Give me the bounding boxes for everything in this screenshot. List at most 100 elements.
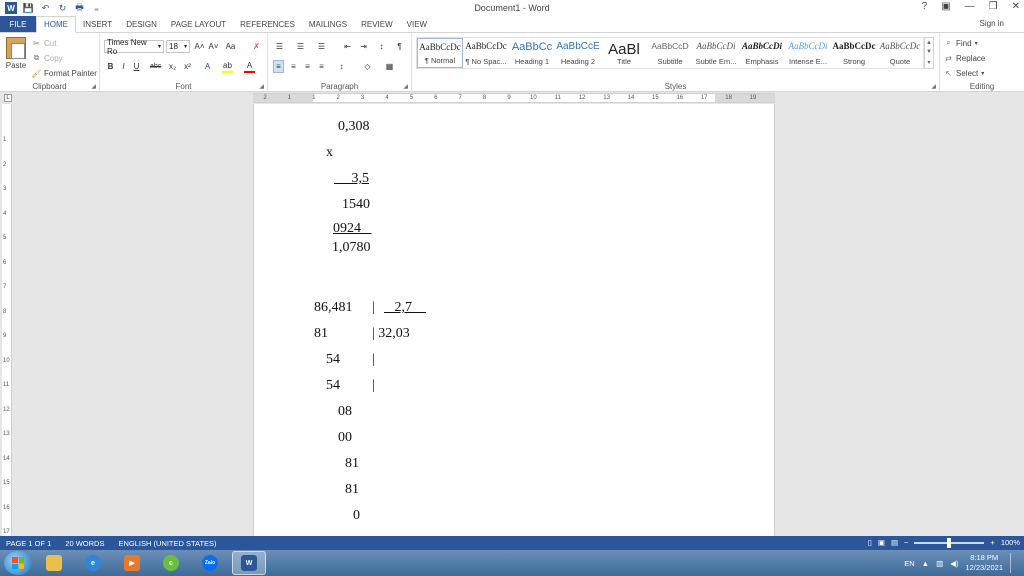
- tab-page-layout[interactable]: PAGE LAYOUT: [164, 16, 233, 32]
- document-line[interactable]: 2,7: [384, 300, 426, 316]
- document-line[interactable]: 0924: [333, 221, 372, 237]
- word-app-icon[interactable]: W: [5, 2, 17, 14]
- show-formatting-marks-button[interactable]: ¶: [394, 40, 405, 53]
- paste-button[interactable]: Paste: [4, 37, 28, 70]
- tab-insert[interactable]: INSERT: [76, 16, 119, 32]
- clock[interactable]: 8:18 PM 12/23/2021: [965, 553, 1003, 573]
- restore-button[interactable]: ❐: [989, 1, 998, 12]
- vertical-ruler[interactable]: 1 2 3 4 5 6 7 8 9 10 11 12 13 14 15 16 17: [2, 104, 12, 536]
- format-painter-button[interactable]: 🖌 Format Painter: [31, 67, 96, 79]
- tab-references[interactable]: REFERENCES: [233, 16, 302, 32]
- style-title[interactable]: AaBl Title: [601, 38, 647, 68]
- network-icon[interactable]: ▥: [936, 559, 943, 568]
- more-styles-icon[interactable]: ▾: [927, 59, 930, 66]
- shading-button[interactable]: ◇: [362, 60, 373, 73]
- taskbar-zalo[interactable]: Zalo: [193, 551, 227, 575]
- increase-indent-button[interactable]: ⇥: [358, 40, 369, 53]
- print-preview-icon[interactable]: 🖶: [74, 2, 85, 14]
- style-strong[interactable]: AaBbCcDc Strong: [831, 38, 877, 68]
- document-line[interactable]: |: [372, 352, 375, 368]
- document-line[interactable]: 00: [338, 430, 352, 446]
- style-normal[interactable]: AaBbCcDc ¶ Normal: [417, 38, 463, 68]
- document-line[interactable]: 81: [314, 326, 328, 342]
- italic-button[interactable]: I: [118, 60, 129, 73]
- bullets-button[interactable]: ☰: [274, 40, 285, 53]
- tab-review[interactable]: REVIEW: [354, 16, 400, 32]
- undo-icon[interactable]: ↶: [40, 3, 51, 14]
- document-line[interactable]: 1540: [342, 197, 370, 213]
- styles-launcher-icon[interactable]: ◢: [931, 83, 936, 90]
- page-count[interactable]: PAGE 1 OF 1: [0, 539, 59, 548]
- find-button[interactable]: ⌕ Find ▾: [944, 37, 985, 49]
- center-button[interactable]: ≡: [288, 60, 299, 73]
- sort-button[interactable]: ↕: [376, 40, 387, 53]
- taskbar-file-explorer[interactable]: [37, 551, 71, 575]
- zoom-out-button[interactable]: −: [904, 538, 908, 547]
- clipboard-launcher-icon[interactable]: ◢: [91, 83, 96, 90]
- style-heading-1[interactable]: AaBbCc Heading 1: [509, 38, 555, 68]
- document-line[interactable]: 81: [345, 482, 359, 498]
- style-heading-2[interactable]: AaBbCcE Heading 2: [555, 38, 601, 68]
- print-layout-icon[interactable]: ▣: [878, 538, 885, 547]
- taskbar-internet-explorer[interactable]: e: [76, 551, 110, 575]
- highlight-button[interactable]: ab: [222, 60, 233, 73]
- document-line[interactable]: 54: [326, 352, 340, 368]
- text-effects-button[interactable]: A: [202, 60, 213, 73]
- document-line[interactable]: 1,0780: [332, 240, 371, 256]
- align-right-button[interactable]: ≡: [302, 60, 313, 73]
- chevron-down-icon[interactable]: ▼: [926, 49, 932, 55]
- taskbar-coccoc[interactable]: c: [154, 551, 188, 575]
- paragraph-launcher-icon[interactable]: ◢: [403, 83, 408, 90]
- bold-button[interactable]: B: [105, 60, 116, 73]
- style-subtle-emphasis[interactable]: AaBbCcDi Subtle Em...: [693, 38, 739, 68]
- document-line[interactable]: 3,5: [334, 171, 370, 187]
- tab-selector[interactable]: L: [4, 94, 12, 102]
- document-line[interactable]: 08: [338, 404, 352, 420]
- help-icon[interactable]: ?: [922, 1, 928, 12]
- superscript-button[interactable]: x²: [182, 60, 193, 73]
- zoom-slider-thumb[interactable]: [947, 537, 952, 548]
- word-count[interactable]: 20 WORDS: [59, 539, 112, 548]
- redo-icon[interactable]: ↻: [57, 3, 68, 14]
- multilevel-list-button[interactable]: ☰: [316, 40, 327, 53]
- align-left-button[interactable]: ≡: [273, 60, 284, 73]
- zoom-level[interactable]: 100%: [1001, 538, 1020, 547]
- document-line[interactable]: 86,481: [314, 300, 353, 316]
- replace-button[interactable]: ⇄ Replace: [944, 52, 985, 64]
- tab-mailings[interactable]: MAILINGS: [302, 16, 354, 32]
- cut-button[interactable]: ✂ Cut: [32, 37, 97, 49]
- zoom-in-button[interactable]: +: [990, 538, 994, 547]
- style-emphasis[interactable]: AaBbCcDi Emphasis: [739, 38, 785, 68]
- select-button[interactable]: ↖ Select ▾: [944, 67, 985, 79]
- font-color-button[interactable]: A: [244, 60, 255, 73]
- change-case-button[interactable]: Aa: [225, 40, 236, 53]
- tab-design[interactable]: DESIGN: [119, 16, 164, 32]
- style-no-spacing[interactable]: AaBbCcDc ¶ No Spac...: [463, 38, 509, 68]
- borders-button[interactable]: ▦: [384, 60, 395, 73]
- ribbon-display-options-icon[interactable]: ▣: [941, 1, 950, 12]
- horizontal-ruler[interactable]: 2 1 1 2 3 4 5 6 7 8 9 10 11 12 13 14 15 16 17 18 19: [253, 93, 775, 103]
- font-name-select[interactable]: Times New Ro ▾: [104, 38, 164, 56]
- strikethrough-button[interactable]: abc: [150, 60, 161, 73]
- style-subtitle[interactable]: AaBbCcD Subtitle: [647, 38, 693, 68]
- grow-font-button[interactable]: A˄: [194, 40, 205, 53]
- copy-button[interactable]: ⧉ Copy: [32, 52, 97, 64]
- document-page[interactable]: 0,308 x 3,5 1540 0924 1,0780 86,481 | 2,7 81 |…: [253, 104, 775, 536]
- line-spacing-button[interactable]: ↕: [336, 60, 347, 73]
- volume-icon[interactable]: ◀): [950, 559, 958, 568]
- show-desktop-button[interactable]: [1010, 553, 1018, 573]
- document-line[interactable]: 81: [345, 456, 359, 472]
- document-line[interactable]: 0,308: [338, 119, 370, 135]
- font-launcher-icon[interactable]: ◢: [259, 83, 264, 90]
- justify-button[interactable]: ≡: [316, 60, 327, 73]
- language-indicator[interactable]: ENGLISH (UNITED STATES): [112, 539, 224, 548]
- chevron-up-icon[interactable]: ▲: [926, 40, 932, 46]
- document-line[interactable]: | 32,03: [372, 326, 410, 342]
- taskbar-media-player[interactable]: ▶: [115, 551, 149, 575]
- tray-expand-icon[interactable]: ▲: [922, 559, 929, 568]
- subscript-button[interactable]: x₂: [167, 60, 178, 73]
- style-intense-emphasis[interactable]: AaBbCcDi Intense E...: [785, 38, 831, 68]
- tab-view[interactable]: VIEW: [400, 16, 434, 32]
- taskbar-word[interactable]: W: [232, 551, 266, 575]
- web-layout-icon[interactable]: ▤: [891, 538, 898, 547]
